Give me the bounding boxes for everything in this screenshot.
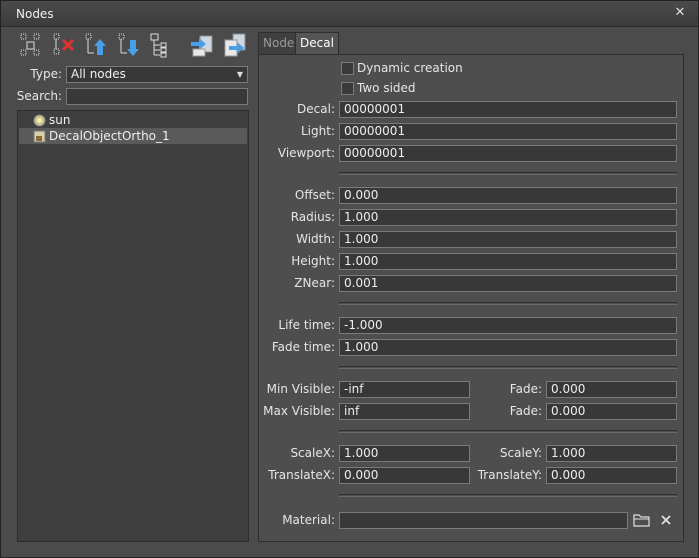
node-list-icon[interactable] bbox=[148, 31, 176, 59]
scaley-field[interactable]: 1.000 bbox=[546, 445, 677, 462]
separator bbox=[339, 430, 677, 433]
node-import-icon[interactable] bbox=[188, 31, 216, 59]
type-combo[interactable]: All nodes ▼ bbox=[66, 66, 248, 83]
dynamic-creation-checkbox[interactable] bbox=[341, 62, 354, 75]
translatex-field[interactable]: 0.000 bbox=[339, 467, 470, 484]
max-fade-label: Fade: bbox=[509, 404, 542, 418]
node-delete-icon[interactable] bbox=[51, 31, 79, 59]
decal-object-icon bbox=[33, 130, 46, 143]
close-icon[interactable]: ✕ bbox=[672, 5, 688, 21]
tree-item-label: DecalObjectOrtho_1 bbox=[49, 129, 170, 143]
two-sided-checkbox[interactable] bbox=[341, 82, 354, 95]
translatex-label: TranslateX: bbox=[268, 468, 335, 482]
node-move-up-icon[interactable] bbox=[83, 31, 111, 59]
folder-icon[interactable] bbox=[633, 512, 651, 528]
max-visible-label: Max Visible: bbox=[263, 404, 335, 418]
min-visible-field[interactable]: -inf bbox=[339, 381, 470, 398]
max-visible-field[interactable]: inf bbox=[339, 403, 470, 420]
search-input[interactable] bbox=[66, 88, 248, 105]
translatey-label: TranslateY: bbox=[477, 468, 542, 482]
width-field[interactable]: 1.000 bbox=[339, 231, 677, 248]
search-label: Search: bbox=[16, 89, 62, 103]
radius-label: Radius: bbox=[290, 210, 335, 224]
material-field[interactable] bbox=[339, 512, 628, 529]
light-mask-field[interactable]: 00000001 bbox=[339, 123, 677, 140]
type-combo-value: All nodes bbox=[71, 67, 126, 81]
min-fade-field[interactable]: 0.000 bbox=[546, 381, 677, 398]
node-group-icon[interactable] bbox=[17, 31, 45, 59]
node-tree[interactable]: sun DecalObjectOrtho_1 bbox=[17, 110, 249, 542]
viewport-mask-label: Viewport: bbox=[277, 146, 335, 160]
radius-field[interactable]: 1.000 bbox=[339, 209, 677, 226]
separator bbox=[339, 494, 677, 497]
translatey-field[interactable]: 0.000 bbox=[546, 467, 677, 484]
clear-icon[interactable] bbox=[657, 512, 675, 528]
separator bbox=[339, 366, 677, 369]
node-export-icon[interactable] bbox=[221, 31, 249, 59]
two-sided-label: Two sided bbox=[357, 81, 416, 95]
znear-label: ZNear: bbox=[294, 276, 335, 290]
material-label: Material: bbox=[282, 513, 335, 527]
height-field[interactable]: 1.000 bbox=[339, 253, 677, 270]
znear-field[interactable]: 0.001 bbox=[339, 275, 677, 292]
tree-item-decal-object[interactable]: DecalObjectOrtho_1 bbox=[19, 128, 247, 144]
dynamic-creation-label: Dynamic creation bbox=[357, 61, 463, 75]
separator bbox=[339, 302, 677, 305]
light-mask-label: Light: bbox=[301, 124, 335, 138]
life-time-label: Life time: bbox=[278, 318, 335, 332]
offset-label: Offset: bbox=[294, 188, 335, 202]
scaley-label: ScaleY: bbox=[499, 446, 542, 460]
tree-item-sun[interactable]: sun bbox=[19, 112, 247, 128]
tree-item-label: sun bbox=[49, 113, 71, 127]
type-label: Type: bbox=[30, 67, 62, 81]
tab-node[interactable]: Node bbox=[258, 32, 300, 54]
window-title: Nodes bbox=[16, 7, 54, 21]
offset-field[interactable]: 0.000 bbox=[339, 187, 677, 204]
tab-decal[interactable]: Decal bbox=[295, 32, 339, 54]
scalex-field[interactable]: 1.000 bbox=[339, 445, 470, 462]
width-label: Width: bbox=[296, 232, 335, 246]
life-time-field[interactable]: -1.000 bbox=[339, 317, 677, 334]
fade-time-label: Fade time: bbox=[271, 340, 335, 354]
chevron-down-icon: ▼ bbox=[236, 70, 243, 79]
decal-mask-label: Decal: bbox=[297, 102, 335, 116]
scalex-label: ScaleX: bbox=[290, 446, 335, 460]
separator bbox=[339, 172, 677, 175]
fade-time-field[interactable]: 1.000 bbox=[339, 339, 677, 356]
min-visible-label: Min Visible: bbox=[266, 382, 335, 396]
height-label: Height: bbox=[291, 254, 335, 268]
nodes-window: Nodes ✕ Type: All nodes ▼ Search: sun De… bbox=[0, 0, 699, 558]
decal-mask-field[interactable]: 00000001 bbox=[339, 101, 677, 118]
title-bar[interactable]: Nodes ✕ bbox=[1, 1, 698, 27]
viewport-mask-field[interactable]: 00000001 bbox=[339, 145, 677, 162]
world-light-icon bbox=[33, 114, 46, 127]
node-move-down-icon[interactable] bbox=[116, 31, 144, 59]
min-fade-label: Fade: bbox=[509, 382, 542, 396]
max-fade-field[interactable]: 0.000 bbox=[546, 403, 677, 420]
nodes-toolbar bbox=[17, 31, 249, 61]
